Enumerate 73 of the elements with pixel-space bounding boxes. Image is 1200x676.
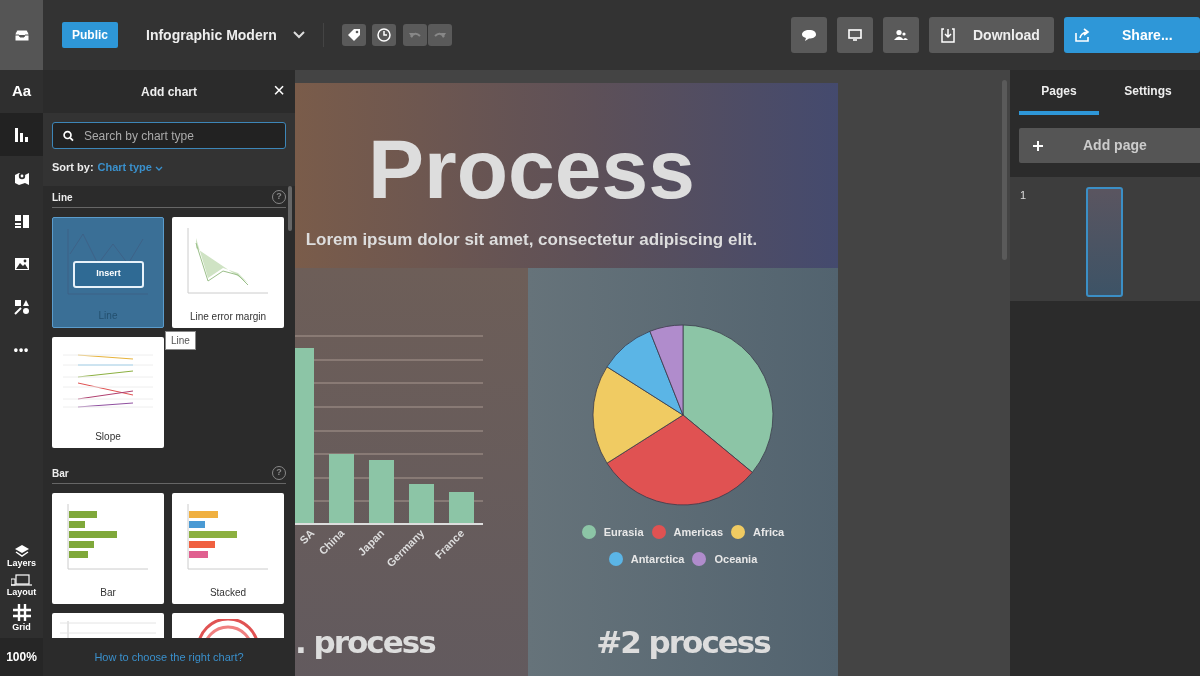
redo-button[interactable] <box>427 24 452 46</box>
document-title[interactable]: Infographic Modern <box>146 24 277 46</box>
chevron-down-icon[interactable] <box>292 31 305 39</box>
chart-bar <box>449 492 474 524</box>
history-button[interactable] <box>372 24 397 46</box>
panel-tab[interactable]: Settings <box>1108 70 1188 115</box>
image-icon <box>13 255 30 272</box>
axis-label: SA <box>297 526 317 547</box>
legend-label: Oceania <box>714 551 758 567</box>
collaborators-button[interactable] <box>883 17 919 53</box>
layers-button[interactable]: Layers <box>0 544 43 570</box>
section-heading: #2 process <box>596 622 770 662</box>
sort-dropdown[interactable]: Chart type <box>97 159 164 176</box>
more-tools[interactable]: ••• <box>0 328 43 371</box>
insert-button[interactable]: Insert <box>73 260 144 288</box>
help-link[interactable]: How to choose the right chart? <box>94 648 244 666</box>
legend-label: Antarctica <box>630 551 685 567</box>
search-field[interactable]: Search by chart type <box>52 122 286 149</box>
users-icon <box>894 29 908 41</box>
clock-icon <box>377 28 392 42</box>
close-button[interactable]: × <box>271 80 287 100</box>
chart-bar <box>369 460 394 524</box>
sort-label: Sort by: <box>52 160 94 175</box>
text-tool[interactable]: Aa <box>0 70 43 113</box>
panel-tab[interactable]: Pages <box>1019 70 1099 115</box>
download-icon <box>941 27 955 43</box>
download-button[interactable]: Download <box>929 17 1054 53</box>
comment-button[interactable] <box>791 17 827 53</box>
chart-type-card[interactable]: Slope <box>52 336 164 448</box>
grid-button[interactable]: Grid <box>0 603 43 634</box>
chart-bar <box>409 484 434 524</box>
tag-button[interactable] <box>341 24 366 46</box>
page-item[interactable]: 1 <box>1010 177 1200 301</box>
legend-label: Eurasia <box>603 525 644 540</box>
chevron-down-icon <box>155 165 164 171</box>
inbox-icon[interactable] <box>13 28 30 42</box>
zoom-level[interactable]: 100% <box>0 638 43 676</box>
chart-type-label: Bar <box>100 585 116 600</box>
chart-type-card[interactable]: Stacked <box>172 492 284 604</box>
section-title: Bar <box>52 466 69 481</box>
infographic-title: Process <box>368 127 695 211</box>
monitor-icon <box>848 29 862 41</box>
speech-bubble-icon <box>802 28 816 42</box>
layout-button[interactable]: Layout <box>0 574 43 600</box>
page-number: 1 <box>1020 188 1027 203</box>
undo-button[interactable] <box>402 24 427 46</box>
bar-chart-icon <box>13 126 30 143</box>
present-button[interactable] <box>837 17 873 53</box>
infographic-subtitle: Lorem ipsum dolor sit amet, consectetur adipiscing elit. <box>305 229 758 251</box>
add-page-button[interactable]: Add page <box>1019 128 1200 163</box>
chart-type-label: Slope <box>95 429 121 444</box>
legend-label: Americas <box>673 525 724 540</box>
laptop-icon <box>10 574 33 586</box>
search-icon <box>63 129 74 142</box>
tooltip: Line <box>165 330 196 350</box>
redo-icon <box>433 31 446 39</box>
grid-icon <box>12 603 31 621</box>
chart-type-card[interactable]: Bar <box>52 492 164 604</box>
plus-icon <box>1033 140 1043 151</box>
share-icon <box>1074 28 1090 42</box>
section-title: Line <box>52 190 73 205</box>
layout-icon <box>13 212 30 229</box>
section-heading: . process <box>295 622 437 662</box>
undo-icon <box>408 31 421 39</box>
chart-type-card[interactable]: Line error margin <box>172 216 284 328</box>
shapes-icon <box>13 298 30 315</box>
tag-icon <box>346 28 361 42</box>
legend-label: Africa <box>753 525 785 540</box>
layers-icon <box>14 544 29 557</box>
chart-type-label: Line error margin <box>189 309 267 324</box>
panel-title: Add chart <box>141 83 197 101</box>
chart-bar <box>329 454 354 524</box>
chart-type-label: Stacked <box>209 585 247 600</box>
